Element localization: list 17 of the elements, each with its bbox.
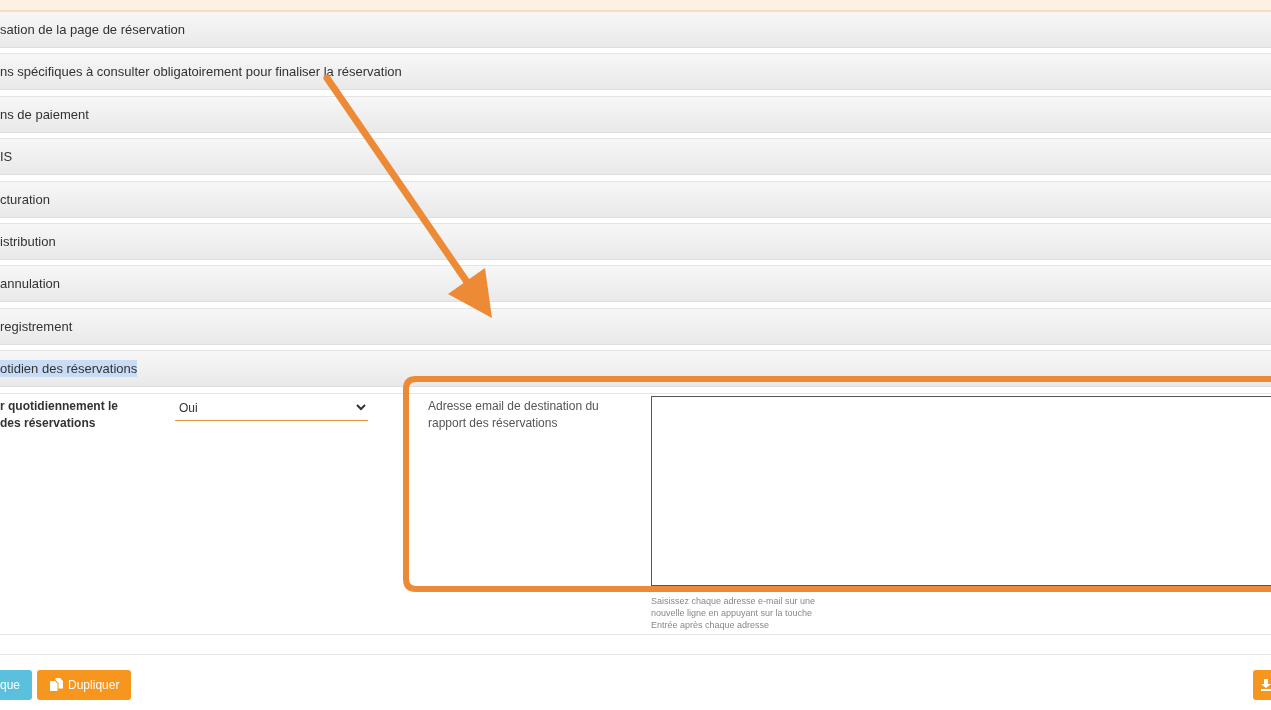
dropdown[interactable]: Oui [175, 395, 368, 421]
copy-icon [50, 678, 64, 691]
help-text: Saisissez chaque adresse e-mail sur une nouvelle ligne en appuyant sur la touche Entrée après chaque adresse [651, 594, 817, 631]
accordion-header[interactable]: istribution [0, 232, 56, 250]
field-label: r quotidiennement le des réservations [0, 397, 119, 432]
accordion-header[interactable]: IS [0, 148, 13, 166]
accordion-header[interactable]: cturation [0, 190, 50, 208]
download-icon [1261, 678, 1271, 691]
accordion-header[interactable]: annulation [0, 275, 60, 293]
field-label: Adresse email de destination du rapport des réservations [428, 397, 600, 432]
accordion-header[interactable]: otidien des réservations [0, 360, 138, 378]
accordion-header[interactable]: registrement [0, 317, 73, 335]
email-field[interactable] [651, 395, 1271, 586]
download-button[interactable] [1253, 669, 1271, 700]
accordion-header[interactable]: ns de paiement [0, 105, 89, 123]
chevron-down-icon [356, 404, 366, 411]
accordion-header[interactable]: sation de la page de réservation [0, 21, 185, 38]
